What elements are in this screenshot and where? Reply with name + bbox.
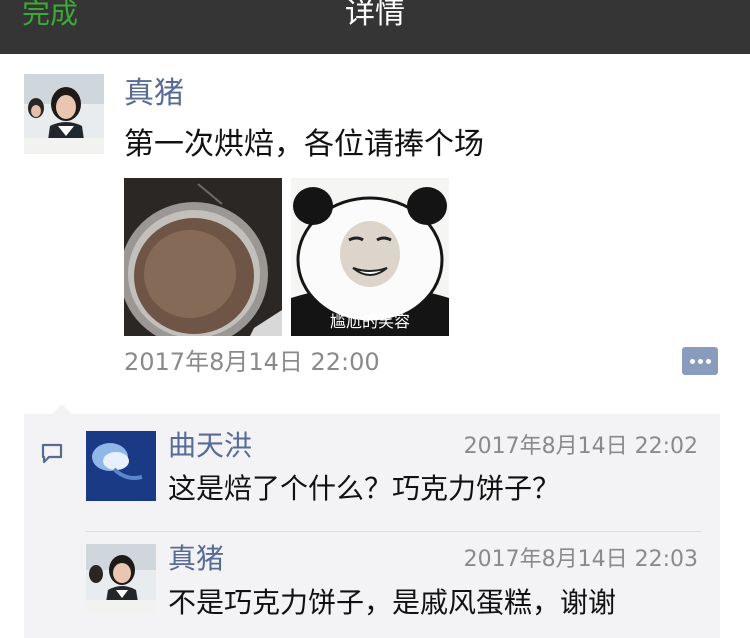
comment-avatar[interactable] bbox=[86, 431, 156, 501]
post-image-baked-item[interactable] bbox=[124, 178, 282, 336]
comment-bubble-icon bbox=[41, 443, 63, 464]
page-title: 详情 bbox=[345, 0, 405, 31]
author-avatar[interactable] bbox=[24, 74, 104, 154]
comment-divider bbox=[86, 531, 702, 532]
comments-panel: 曲天洪 2017年8月14日 22:02 这是焙了个什么？巧克力饼子？ 真猪 2… bbox=[24, 404, 720, 638]
comment-author[interactable]: 真猪 bbox=[168, 541, 224, 577]
post-author-name[interactable]: 真猪 bbox=[124, 74, 184, 114]
comment-text: 这是焙了个什么？巧克力饼子？ bbox=[168, 472, 561, 505]
post-text: 第一次烘焙，各位请捧个场 bbox=[124, 127, 484, 162]
comment-author[interactable]: 曲天洪 bbox=[168, 428, 252, 464]
post-image-panda-sticker[interactable]: 尴尬的笑容 bbox=[291, 178, 449, 336]
top-nav-bar: 完成 详情 bbox=[0, 0, 750, 54]
comment-text: 不是巧克力饼子，是戚风蛋糕，谢谢 bbox=[168, 586, 617, 619]
sticker-caption: 尴尬的笑容 bbox=[329, 312, 410, 331]
comment-timestamp: 2017年8月14日 22:03 bbox=[463, 547, 698, 572]
post-timestamp: 2017年8月14日 22:00 bbox=[124, 348, 380, 376]
comment-ellipsis-icon[interactable] bbox=[682, 347, 718, 375]
comment-avatar[interactable] bbox=[86, 544, 156, 614]
comment-timestamp: 2017年8月14日 22:02 bbox=[463, 434, 698, 459]
